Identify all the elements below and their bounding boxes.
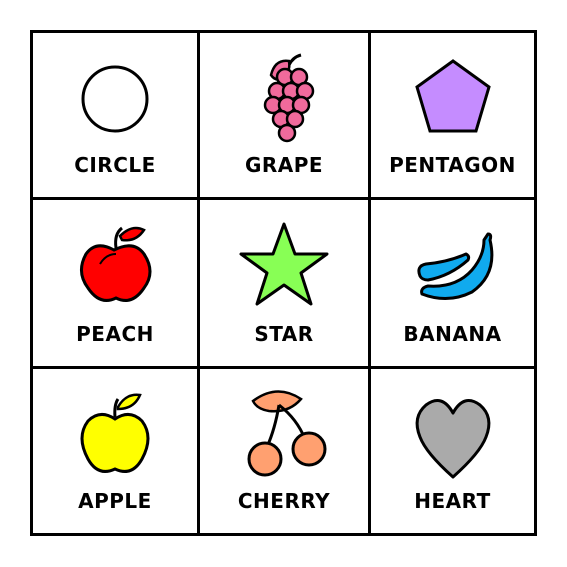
cell-banana[interactable]: BANANA (371, 200, 534, 369)
cell-label: STAR (254, 322, 314, 346)
cell-label: PENTAGON (389, 153, 516, 177)
cell-label: PEACH (76, 322, 154, 346)
bingo-board: CIRCLE GRAPE PENTAGON PEACH STAR BANANA … (30, 30, 537, 536)
cell-label: CIRCLE (74, 153, 156, 177)
cell-label: HEART (414, 489, 491, 513)
cell-cherry[interactable]: CHERRY (200, 369, 371, 533)
cherry-icon (229, 383, 339, 485)
cell-peach[interactable]: PEACH (33, 200, 200, 369)
cell-label: BANANA (403, 322, 502, 346)
heart-icon (398, 383, 508, 485)
peach-icon (60, 214, 170, 316)
cell-label: CHERRY (237, 489, 331, 513)
cell-star[interactable]: STAR (200, 200, 371, 369)
banana-icon (398, 214, 508, 316)
cell-grape[interactable]: GRAPE (200, 33, 371, 200)
pentagon-icon (398, 47, 508, 149)
grape-icon (229, 47, 339, 149)
circle-icon (60, 47, 170, 149)
cell-apple[interactable]: APPLE (33, 369, 200, 533)
cell-label: APPLE (78, 489, 152, 513)
star-icon (229, 214, 339, 316)
apple-icon (60, 383, 170, 485)
cell-circle[interactable]: CIRCLE (33, 33, 200, 200)
cell-pentagon[interactable]: PENTAGON (371, 33, 534, 200)
cell-heart[interactable]: HEART (371, 369, 534, 533)
cell-label: GRAPE (244, 153, 324, 177)
